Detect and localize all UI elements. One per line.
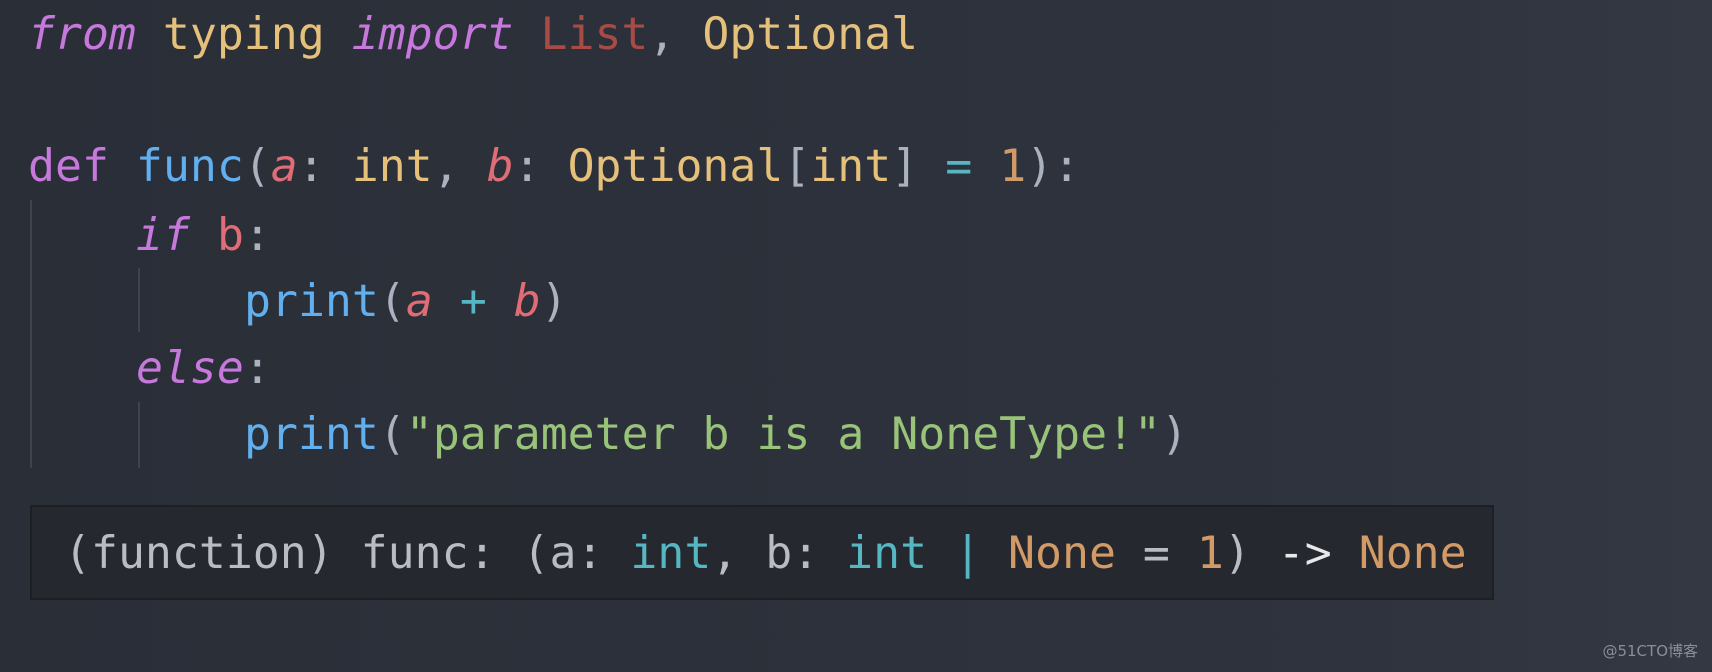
code-line-6: else: <box>136 341 271 394</box>
code-line-4: if b: <box>136 208 271 261</box>
indent-guide <box>138 402 140 468</box>
code-line-1: from typing import List, Optional <box>28 7 919 60</box>
indent-guide <box>30 200 32 468</box>
watermark: @51CTO博客 <box>1602 642 1698 660</box>
function-signature: (function) func: (a: int, b: int | None … <box>64 526 1467 579</box>
code-line-5: print(a + b) <box>244 274 568 327</box>
code-line-7: print("parameter b is a NoneType!") <box>244 407 1188 460</box>
hover-tooltip: (function) func: (a: int, b: int | None … <box>30 505 1494 600</box>
code-line-3: def func(a: int, b: Optional[int] = 1): <box>28 139 1081 192</box>
indent-guide <box>138 268 140 332</box>
